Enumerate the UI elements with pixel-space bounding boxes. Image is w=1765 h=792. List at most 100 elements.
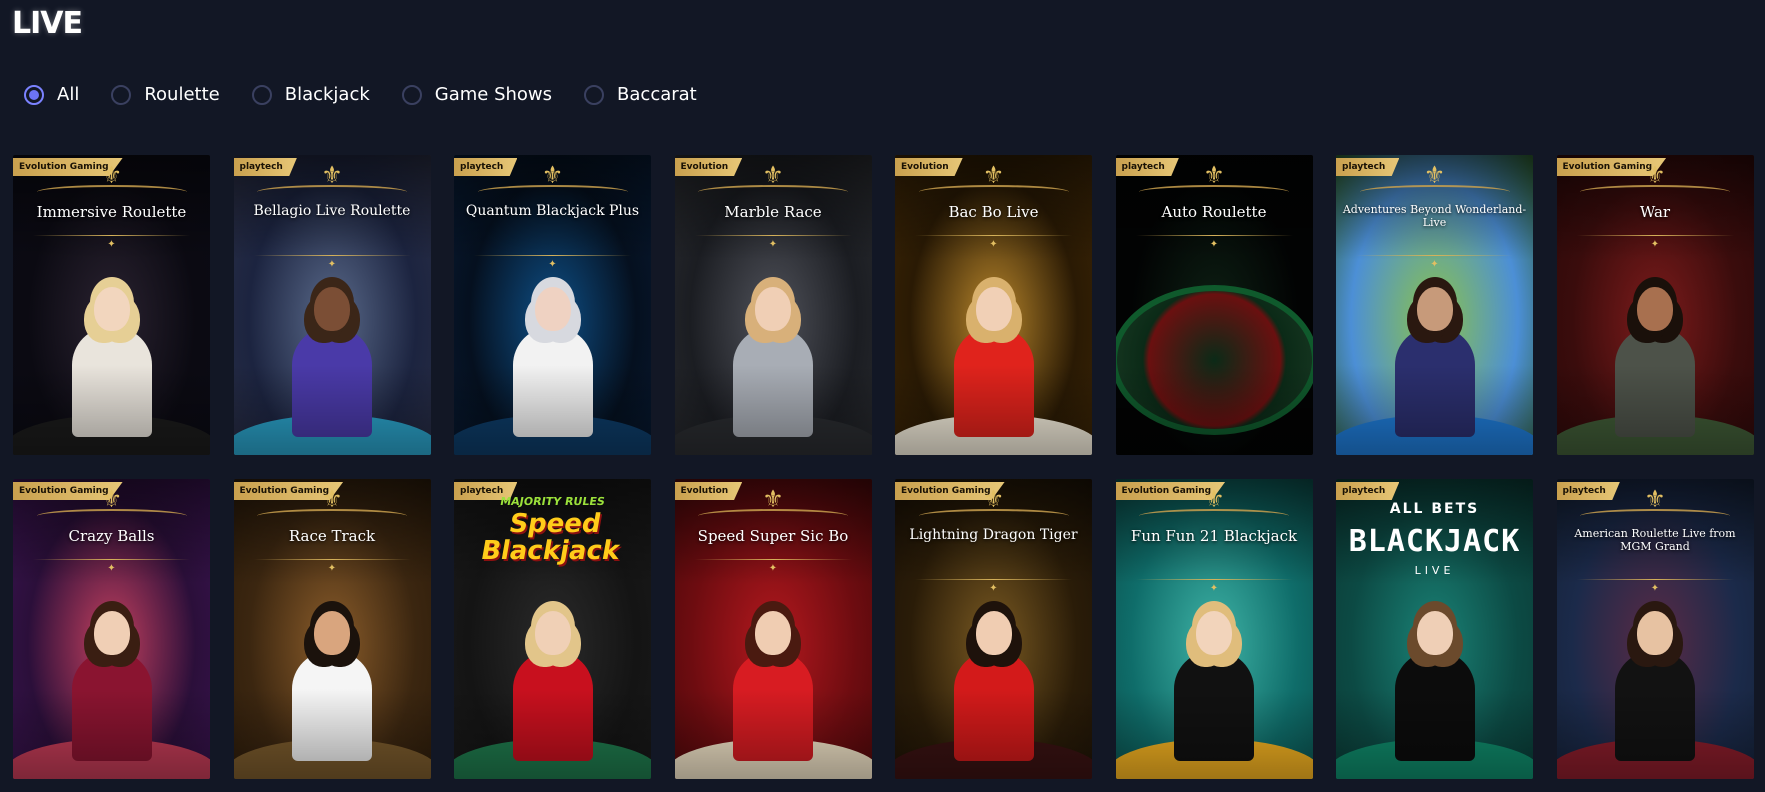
ornament-divider <box>694 235 852 236</box>
game-card[interactable]: playtech ⚜ American Roulette Live from MGM… <box>1556 479 1754 779</box>
crest-icon: ⚜ <box>321 161 343 189</box>
game-title: American Roulette Live from MGM Grand <box>1574 527 1736 554</box>
ornament-dot-icon: ✦ <box>327 259 337 270</box>
game-card[interactable]: Evolution Gaming ⚜ War ✦ <box>1556 155 1754 455</box>
ornament-dot-icon: ✦ <box>548 259 557 270</box>
ornament-divider <box>474 255 631 256</box>
page-title: LIVE <box>12 6 83 41</box>
ornament-divider <box>915 235 1072 236</box>
ornament-icon <box>257 509 407 523</box>
provider-badge: Evolution <box>895 158 963 176</box>
card-overlay <box>895 155 1092 455</box>
card-overlay <box>1336 155 1533 455</box>
ornament-divider <box>915 579 1072 580</box>
crest-icon: ⚜ <box>321 485 343 513</box>
game-card[interactable]: playtech ⚜ Adventures Beyond Wonderland-Li… <box>1336 155 1533 455</box>
ornament-divider <box>1576 235 1734 236</box>
game-title: Bellagio Live Roulette <box>253 203 411 219</box>
crest-icon: ⚜ <box>1644 161 1666 189</box>
card-overlay <box>13 155 210 455</box>
ornament-dot-icon: ✦ <box>327 563 337 574</box>
provider-badge: playtech <box>233 158 297 176</box>
game-card[interactable]: Evolution Gaming ⚜ Immersive Roulette ✦ <box>13 155 210 455</box>
ornament-icon <box>36 509 187 523</box>
crest-icon: ⚜ <box>982 161 1005 189</box>
card-overlay <box>674 155 872 455</box>
radio-all[interactable] <box>24 84 44 105</box>
filter-label-roulette: Roulette <box>144 84 220 105</box>
radio-game-shows[interactable] <box>401 84 422 105</box>
ornament-icon <box>36 185 187 199</box>
crest-icon: ⚜ <box>100 485 123 513</box>
ornament-icon <box>1139 185 1289 199</box>
game-title: Crazy Balls <box>68 527 155 545</box>
provider-badge: Evolution <box>674 482 743 500</box>
provider-badge: playtech <box>454 158 518 176</box>
radio-roulette[interactable] <box>111 84 132 105</box>
provider-badge: playtech <box>1336 482 1400 500</box>
provider-badge: playtech <box>1556 482 1620 500</box>
crest-icon: ⚜ <box>982 485 1005 513</box>
ornament-dot-icon: ✦ <box>989 583 998 594</box>
filter-baccarat[interactable]: Baccarat <box>584 84 697 105</box>
ornament-dot-icon: ✦ <box>1650 583 1660 594</box>
ornament-divider <box>1576 579 1734 580</box>
game-card[interactable]: Evolution Gaming ⚜ Race Track ✦ <box>233 479 431 779</box>
ornament-divider <box>1135 235 1293 236</box>
card-overlay <box>1556 479 1754 779</box>
ornament-divider <box>1356 255 1513 256</box>
filter-game-shows[interactable]: Game Shows <box>401 84 552 105</box>
card-overlay <box>1556 155 1754 455</box>
game-card[interactable]: playtech ⚜ Quantum Blackjack Plus ✦ <box>454 155 651 455</box>
game-prefix: ALL BETS <box>1389 501 1480 517</box>
ornament-icon <box>1580 185 1730 199</box>
ornament-divider <box>253 255 411 256</box>
radio-baccarat[interactable] <box>584 84 605 105</box>
ornament-icon <box>1580 509 1730 523</box>
ornament-divider <box>33 235 190 236</box>
game-title: Auto Roulette <box>1161 203 1267 221</box>
game-title: Immersive Roulette <box>36 203 187 221</box>
ornament-dot-icon: ✦ <box>989 239 998 250</box>
ornament-icon <box>1139 509 1289 523</box>
ornament-icon <box>918 509 1069 523</box>
card-overlay <box>1115 479 1313 779</box>
game-card[interactable]: Evolution Gaming ⚜ Crazy Balls ✦ <box>13 479 210 779</box>
game-title: Race Track <box>288 527 376 545</box>
filter-blackjack[interactable]: Blackjack <box>251 84 370 105</box>
game-card[interactable]: playtech ⚜ Bellagio Live Roulette ✦ <box>233 155 431 455</box>
game-title: Marble Race <box>724 203 822 221</box>
card-overlay <box>454 155 651 455</box>
game-card[interactable]: Evolution Gaming ⚜ Lightning Dragon Tiger ✦ <box>895 479 1092 779</box>
card-overlay <box>233 479 431 779</box>
card-overlay <box>895 479 1092 779</box>
crest-icon: ⚜ <box>1203 485 1225 513</box>
game-card[interactable]: Evolution ⚜ Bac Bo Live ✦ <box>895 155 1092 455</box>
radio-blackjack[interactable] <box>251 84 272 105</box>
game-title: War <box>1639 203 1671 221</box>
game-card[interactable]: Evolution ⚜ Marble Race ✦ <box>674 155 872 455</box>
filter-label-all: All <box>57 84 80 105</box>
ornament-divider <box>1135 579 1293 580</box>
filter-all[interactable]: All <box>24 84 79 105</box>
game-title: Adventures Beyond Wonderland-Live <box>1342 203 1527 230</box>
ornament-icon <box>698 185 848 199</box>
ornament-divider <box>253 559 411 560</box>
crest-icon: ⚜ <box>1423 161 1446 189</box>
ornament-icon <box>257 185 407 199</box>
game-card[interactable]: playtech ALL BETS BLACKJACK LIVE <box>1336 479 1533 779</box>
game-title: Lightning Dragon Tiger <box>909 527 1078 543</box>
game-card[interactable]: playtech MAJORITY RULES Speed Blackjack <box>454 479 651 779</box>
ornament-icon <box>698 509 848 523</box>
crest-icon: ⚜ <box>100 161 123 189</box>
ornament-dot-icon: ✦ <box>1650 239 1660 250</box>
game-card[interactable]: Evolution ⚜ Speed Super Sic Bo ✦ <box>674 479 872 779</box>
game-card[interactable]: Evolution Gaming ⚜ Fun Fun 21 Blackjack ✦ <box>1115 479 1313 779</box>
game-card[interactable]: playtech ⚜ Auto Roulette ✦ <box>1115 155 1313 455</box>
provider-badge: Evolution <box>674 158 743 176</box>
ornament-dot-icon: ✦ <box>1209 583 1219 594</box>
ornament-icon <box>918 185 1069 199</box>
ornament-dot-icon: ✦ <box>768 563 778 574</box>
filter-roulette[interactable]: Roulette <box>111 84 220 105</box>
ornament-dot-icon: ✦ <box>1209 239 1219 250</box>
